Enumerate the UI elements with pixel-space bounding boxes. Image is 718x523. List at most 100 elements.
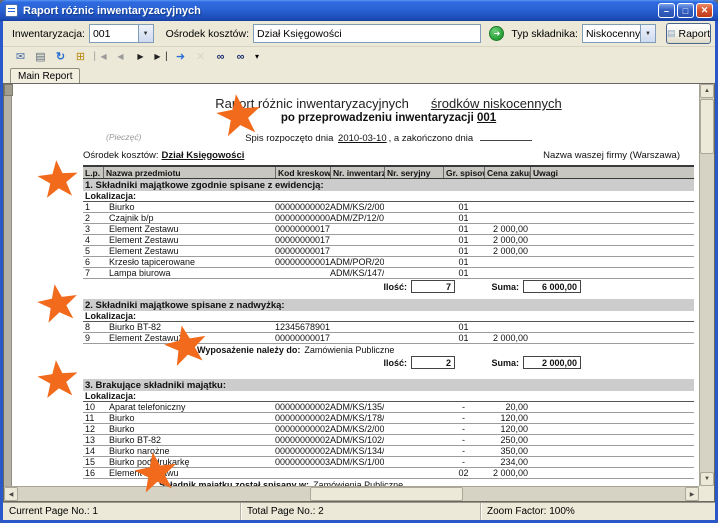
scroll-down-icon[interactable]: ▼	[700, 472, 714, 486]
cell-name: Aparat telefoniczny	[103, 402, 275, 412]
cell-inventory-no: ADM/KS/134/97	[330, 446, 384, 456]
raport-button[interactable]: ▤ Raport	[666, 23, 711, 44]
export-icon[interactable]: ✉	[13, 49, 28, 65]
zoom-dropdown-icon[interactable]: ▾	[253, 49, 261, 65]
table-row: 4Element Zestawu0000000001779012 000,00	[83, 235, 694, 246]
osrodek-field[interactable]: Dział Księgowości	[253, 24, 481, 43]
suma-label: Suma:	[485, 282, 523, 292]
cell-group: -	[443, 424, 484, 434]
chevron-down-icon[interactable]: ▼	[640, 25, 655, 42]
group-tree-splitter[interactable]	[4, 84, 12, 486]
cell-price: 120,00	[484, 424, 530, 434]
table-row: 12Biurko0000000000253ADM/KS/2/00-120,00	[83, 424, 694, 435]
cell-lp: 1	[83, 202, 103, 212]
horizontal-scrollbar-thumb[interactable]	[310, 487, 463, 501]
cell-lp: 14	[83, 446, 103, 456]
report-title-main: Raport różnic inwentaryzacyjnych	[215, 96, 409, 111]
col-lp: L.p.	[83, 167, 103, 178]
cell-barcode: 0000000000291	[275, 402, 330, 412]
location-label: Lokalizacja:	[83, 391, 694, 402]
stop-icon: ✕	[193, 49, 208, 65]
cell-inventory-no: ADM/KS/102/94	[330, 435, 384, 445]
go-arrow-icon[interactable]: ➜	[489, 26, 504, 41]
cell-group: 01	[443, 246, 484, 256]
scroll-right-icon[interactable]: ▶	[685, 487, 699, 501]
section-summary: Ilość: 7 Suma: 6 000,00	[83, 280, 694, 293]
cell-price: 120,00	[484, 413, 530, 423]
col-uwagi: Uwagi	[530, 167, 694, 178]
ilosc-label: Ilość:	[367, 358, 411, 368]
report-title-block: Raport różnic inwentaryzacyjnychśrodków …	[83, 96, 694, 124]
cell-barcode: 0000000000253	[275, 424, 330, 434]
note-row: Wyposażenie należy do: Zamówienia Public…	[83, 344, 694, 355]
cell-inventory-no: ADM/KS/147/98	[330, 268, 384, 278]
osrodek-label: Ośrodek kosztów:	[166, 28, 249, 40]
vertical-scrollbar[interactable]: ▲ ▼	[699, 84, 714, 486]
minimize-button[interactable]: –	[658, 3, 675, 18]
print-icon[interactable]: ▤	[33, 49, 48, 65]
cell-group: 01	[443, 224, 484, 234]
section-band: 1. Składniki majątkowe zgodnie spisane z…	[83, 179, 694, 191]
cell-inventory-no: ADM/KS/178/99	[330, 413, 384, 423]
cell-lp: 4	[83, 235, 103, 245]
cell-barcode: 0000000001786	[275, 224, 330, 234]
find-icon[interactable]: ∞	[213, 49, 228, 65]
inwentaryzacja-combobox[interactable]: 001 ▼	[89, 24, 154, 43]
status-zoom-factor: Zoom Factor: 100%	[481, 503, 715, 520]
group-tree-icon[interactable]: ⊞	[73, 49, 88, 65]
scroll-up-icon[interactable]: ▲	[700, 84, 714, 98]
title-bar[interactable]: Raport różnic inwentaryzacyjnych – □ ✕	[0, 0, 718, 21]
cell-name: Biurko	[103, 202, 275, 212]
last-page-icon[interactable]: ▶▕	[153, 49, 168, 65]
cell-group: 01	[443, 322, 484, 332]
cell-lp: 12	[83, 424, 103, 434]
zoom-icon[interactable]: ∞	[233, 49, 248, 65]
cell-lp: 13	[83, 435, 103, 445]
date-line-suffix: , a zakończono dnia	[389, 133, 474, 144]
first-page-icon[interactable]: ▏◀	[93, 49, 108, 65]
typ-skladnika-combobox[interactable]: Niskocenny ▼	[582, 24, 656, 43]
cell-group: 01	[443, 268, 484, 278]
cell-barcode: 0000000000284	[275, 446, 330, 456]
window-title: Raport różnic inwentaryzacyjnych	[23, 5, 658, 17]
cell-group: -	[443, 402, 484, 412]
section-summary: Ilość: 2 Suma: 2 000,00	[83, 356, 694, 369]
next-page-icon[interactable]: ▶	[133, 49, 148, 65]
typ-skladnika-value: Niskocenny	[583, 28, 640, 40]
suma-value-box: 2 000,00	[523, 356, 581, 369]
scroll-left-icon[interactable]: ◀	[4, 487, 18, 501]
col-nr-inwentarz: Nr. inwentarz.	[330, 167, 384, 178]
maximize-button[interactable]: □	[677, 3, 694, 18]
cell-price: 2 000,00	[484, 468, 530, 478]
cell-inventory-no: ADM/POR/20/93	[330, 257, 384, 267]
cell-lp: 3	[83, 224, 103, 234]
prev-page-icon[interactable]: ◀	[113, 49, 128, 65]
cell-inventory-no: ADM/ZP/12/00	[330, 213, 384, 223]
inwentaryzacja-value: 001	[90, 28, 138, 40]
tab-main-report[interactable]: Main Report	[10, 68, 80, 83]
cell-barcode: 0000000000062	[275, 213, 330, 223]
location-label: Lokalizacja:	[83, 191, 694, 202]
horizontal-scrollbar[interactable]: ◀ ▶	[4, 486, 699, 501]
date-line-prefix: Spis rozpoczęto dnia	[245, 133, 333, 144]
application-window: Raport różnic inwentaryzacyjnych – □ ✕ I…	[0, 0, 718, 523]
cell-name: Biurko	[103, 413, 275, 423]
table-row: 8Biurko BT-82123456789012301	[83, 322, 694, 333]
status-total-page: Total Page No.: 2	[241, 503, 481, 520]
table-row: 7Lampa biurowaADM/KS/147/9801	[83, 268, 694, 279]
cell-name: Element Zestawu2_	[103, 333, 275, 343]
table-row: 6Krzesło tapicerowane0000000000178ADM/PO…	[83, 257, 694, 268]
cell-name: Biurko pod drukarkę	[103, 457, 275, 467]
cell-price: 2 000,00	[484, 235, 530, 245]
cost-center-value: Dział Księgowości	[162, 150, 245, 161]
close-button[interactable]: ✕	[696, 3, 713, 18]
col-kod-kreskowy: Kod kreskowy	[275, 167, 330, 178]
cell-name: Biurko narożne	[103, 446, 275, 456]
cell-price: 234,00	[484, 457, 530, 467]
goto-page-icon[interactable]: ➜	[173, 49, 188, 65]
location-label: Lokalizacja:	[83, 311, 694, 322]
refresh-icon[interactable]: ↻	[53, 49, 68, 65]
chevron-down-icon[interactable]: ▼	[138, 25, 153, 42]
vertical-scrollbar-thumb[interactable]	[700, 99, 714, 154]
table-header-row: L.p. Nazwa przedmiotu Kod kreskowy Nr. i…	[83, 165, 694, 179]
